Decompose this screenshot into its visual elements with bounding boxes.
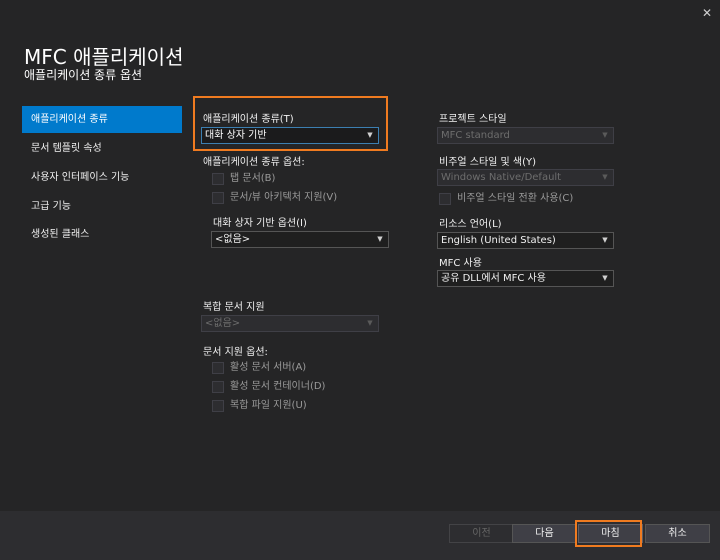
compound-file-label: 복합 파일 지원(U) <box>230 400 307 411</box>
compound-file-checkbox[interactable] <box>212 400 224 412</box>
tabbed-docs-label: 탭 문서(B) <box>230 173 276 184</box>
chevron-down-icon: ▼ <box>602 131 608 139</box>
mfc-use-select[interactable]: 공유 DLL에서 MFC 사용 ▼ <box>437 270 614 287</box>
prev-button[interactable]: 이전 <box>449 524 514 543</box>
visual-style-toggle-label: 비주얼 스타일 전환 사용(C) <box>457 193 574 204</box>
chevron-down-icon: ▼ <box>602 236 608 244</box>
visual-style-label: 비주얼 스타일 및 색(Y) <box>439 157 537 168</box>
compound-doc-label: 복합 문서 지원 <box>203 302 265 313</box>
chevron-down-icon: ▼ <box>377 235 383 243</box>
resource-language-value: English (United States) <box>441 235 556 246</box>
compound-doc-value: <없음> <box>205 318 241 329</box>
chevron-down-icon: ▼ <box>602 173 608 181</box>
close-icon[interactable]: ✕ <box>700 6 714 20</box>
doc-view-label: 문서/뷰 아키텍처 지원(V) <box>230 192 338 203</box>
app-type-options-label: 애플리케이션 종류 옵션: <box>203 157 305 168</box>
sidebar-item-advanced[interactable]: 고급 기능 <box>22 193 182 220</box>
compound-doc-select[interactable]: <없음> ▼ <box>201 315 379 332</box>
chevron-down-icon: ▼ <box>367 319 373 327</box>
resource-language-label: 리소스 언어(L) <box>439 219 502 230</box>
active-doc-container-label: 활성 문서 컨테이너(D) <box>230 381 326 392</box>
highlight-app-type <box>193 96 388 151</box>
visual-style-toggle-checkbox[interactable] <box>439 193 451 205</box>
visual-style-value: Windows Native/Default <box>441 172 562 183</box>
doc-support-options-label: 문서 지원 옵션: <box>203 347 268 358</box>
sidebar-item-document-template[interactable]: 문서 템플릿 속성 <box>22 135 182 162</box>
tabbed-docs-checkbox[interactable] <box>212 173 224 185</box>
project-style-select[interactable]: MFC standard ▼ <box>437 127 614 144</box>
sidebar-item-generated-classes[interactable]: 생성된 클래스 <box>22 221 182 248</box>
active-doc-server-checkbox[interactable] <box>212 362 224 374</box>
active-doc-container-checkbox[interactable] <box>212 381 224 393</box>
project-style-value: MFC standard <box>441 130 510 141</box>
doc-view-checkbox[interactable] <box>212 192 224 204</box>
resource-language-select[interactable]: English (United States) ▼ <box>437 232 614 249</box>
sidebar-item-user-interface[interactable]: 사용자 인터페이스 기능 <box>22 164 182 191</box>
highlight-finish <box>575 520 642 547</box>
dialog-options-label: 대화 상자 기반 옵션(I) <box>213 218 307 229</box>
dialog-options-select[interactable]: <없음> ▼ <box>211 231 389 248</box>
dialog-options-value: <없음> <box>215 234 251 245</box>
visual-style-select[interactable]: Windows Native/Default ▼ <box>437 169 614 186</box>
mfc-use-label: MFC 사용 <box>439 258 482 269</box>
next-button[interactable]: 다음 <box>512 524 577 543</box>
cancel-button[interactable]: 취소 <box>645 524 710 543</box>
sidebar-item-application-type[interactable]: 애플리케이션 종류 <box>22 106 182 133</box>
active-doc-server-label: 활성 문서 서버(A) <box>230 362 307 373</box>
mfc-use-value: 공유 DLL에서 MFC 사용 <box>441 273 546 284</box>
page-subtitle: 애플리케이션 종류 옵션 <box>24 68 143 82</box>
chevron-down-icon: ▼ <box>602 274 608 282</box>
project-style-label: 프로젝트 스타일 <box>439 114 507 125</box>
